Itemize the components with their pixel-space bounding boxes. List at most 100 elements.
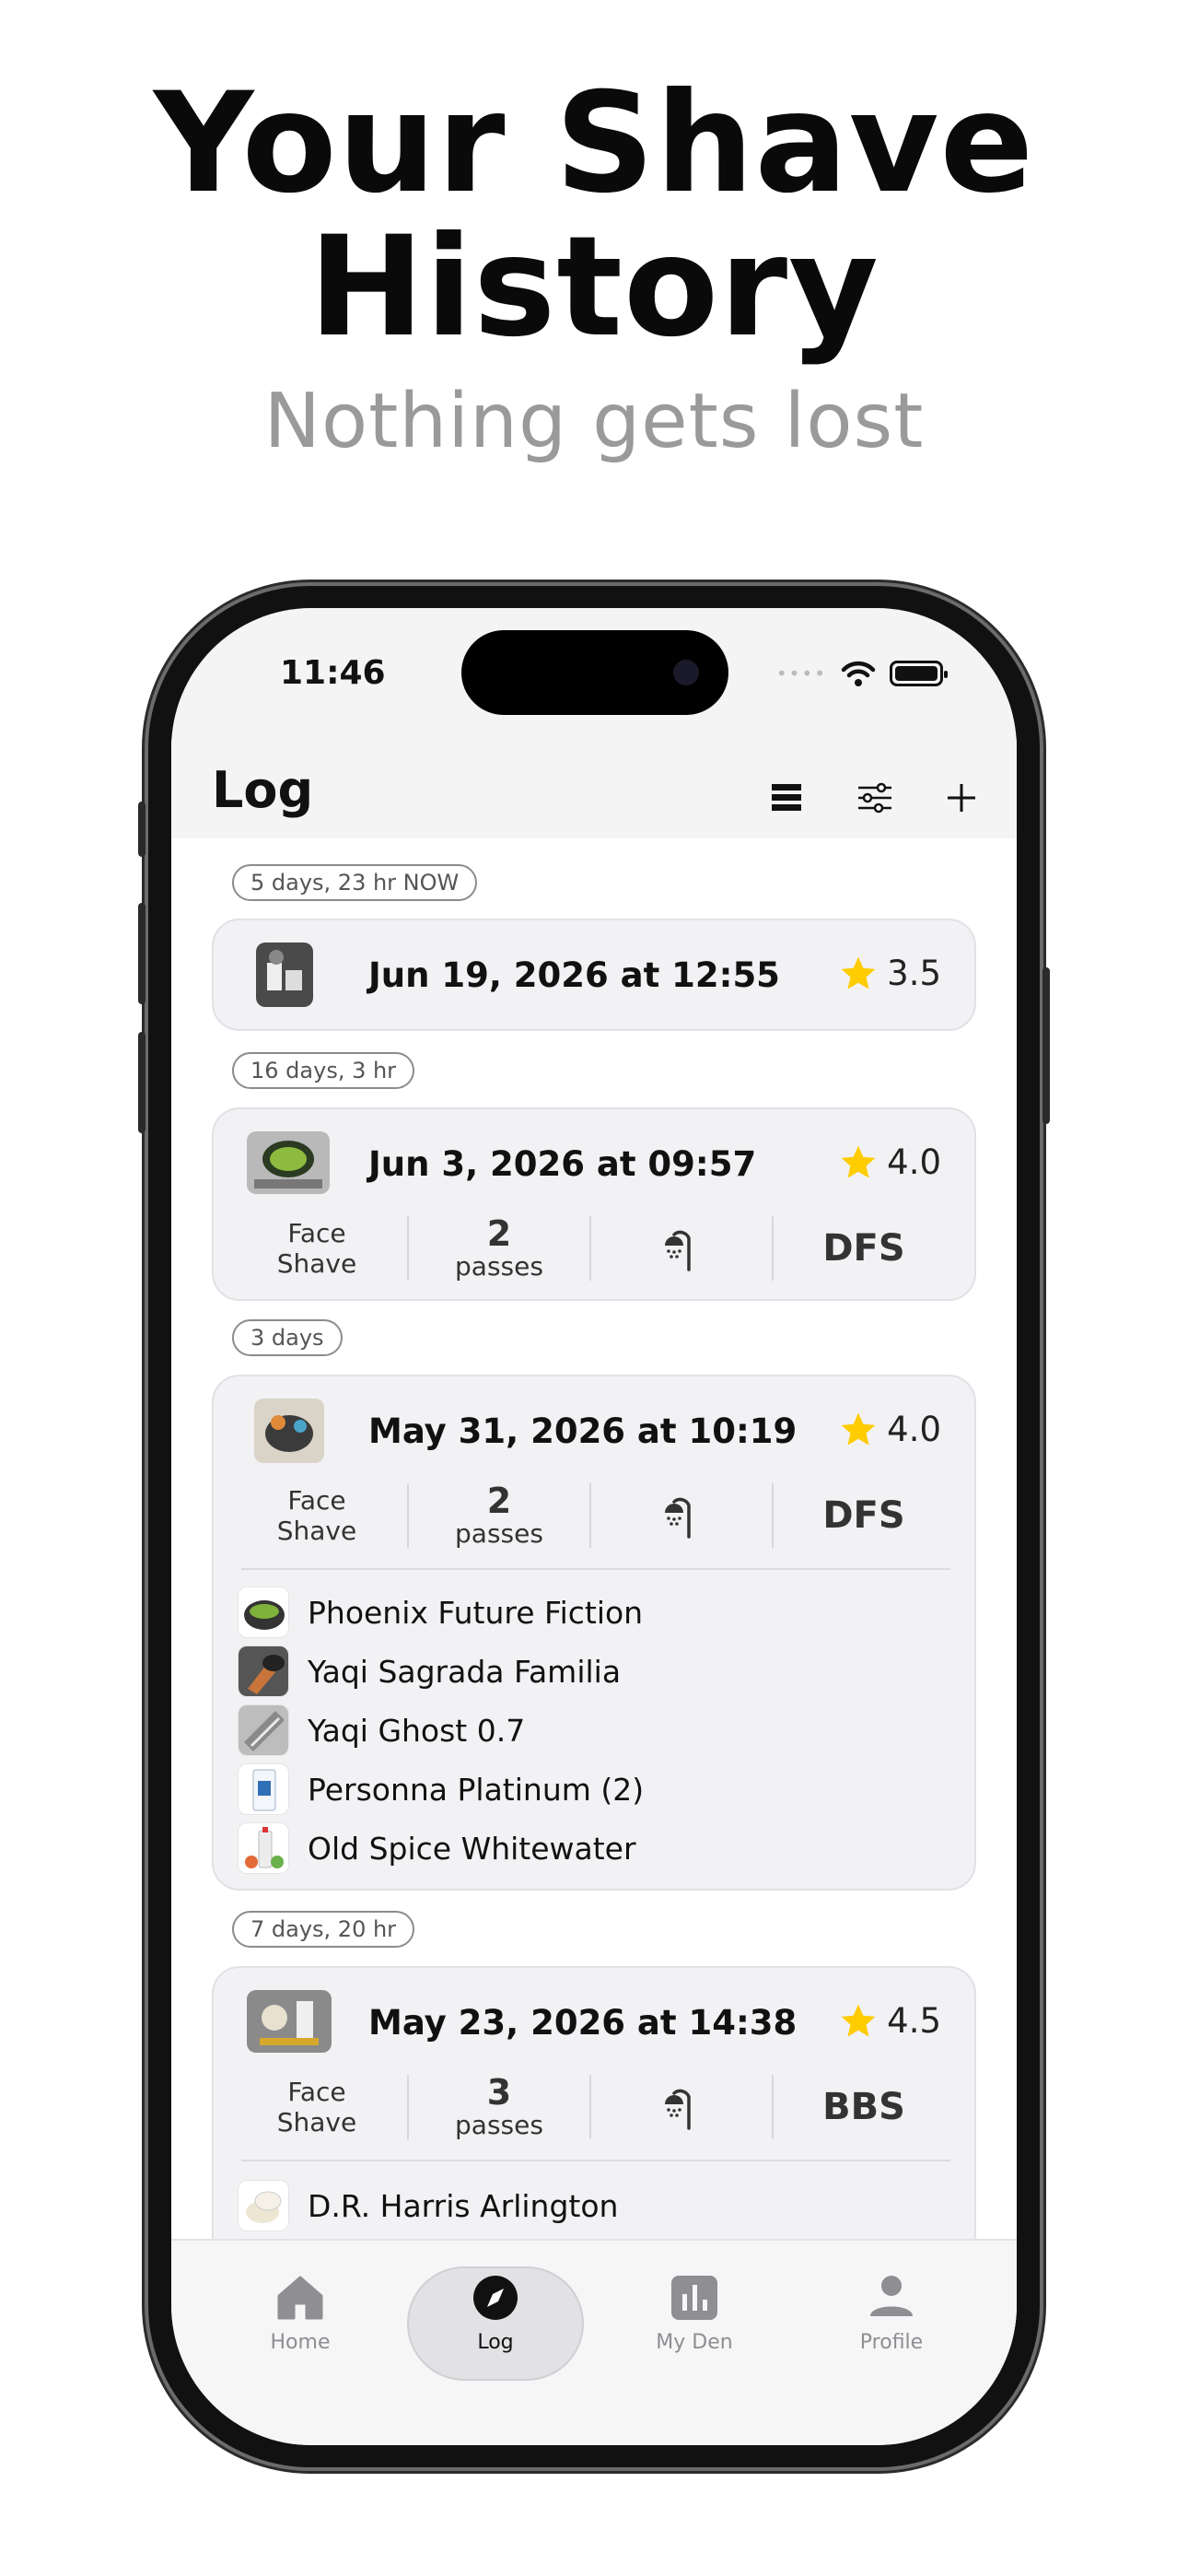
log-entry-card[interactable]: Jun 19, 2026 at 12:55 3.5 <box>212 919 976 1031</box>
log-entry-card[interactable]: May 23, 2026 at 14:38 4.5 Face Shave 3 p… <box>212 1966 976 2239</box>
phone-power-button <box>1042 967 1050 1124</box>
product-item[interactable]: Yaqi Sagrada Familia <box>238 1645 621 1697</box>
entry-stats: Face Shave 3 passes BBS <box>227 2071 963 2143</box>
add-entry-button[interactable] <box>938 774 985 822</box>
phone-action-button <box>138 802 146 857</box>
tab-my-den[interactable]: My Den <box>639 2274 750 2375</box>
camera-dot <box>673 660 699 685</box>
shower-icon <box>665 1497 691 1539</box>
star-icon <box>841 1412 876 1446</box>
home-icon <box>277 2276 323 2320</box>
product-item[interactable]: D.R. Harris Arlington <box>238 2180 618 2231</box>
entry-photo <box>247 1131 330 1194</box>
star-icon <box>841 1145 876 1178</box>
entry-rating: 4.5 <box>839 2001 941 2041</box>
entry-photo <box>254 1399 324 1463</box>
entry-photo <box>247 1990 332 2053</box>
page-title: Log <box>212 761 314 819</box>
closeness-grade: DFS <box>822 1494 905 1537</box>
sliders-icon <box>858 782 891 814</box>
dynamic-island <box>461 630 728 715</box>
person-icon <box>870 2276 913 2316</box>
battery-icon <box>890 661 948 686</box>
time-gap-badge: 16 days, 3 hr <box>232 1052 415 1089</box>
closeness-grade: DFS <box>822 1227 905 1270</box>
hero-title: Your Shave History <box>0 72 1188 359</box>
shave-type: Face Shave <box>276 1485 357 1546</box>
chart-icon <box>671 2276 717 2320</box>
wifi-icon <box>841 661 876 686</box>
blade-thumb <box>238 1763 289 1815</box>
razor-thumb <box>238 1704 289 1756</box>
tab-profile[interactable]: Profile <box>836 2274 947 2375</box>
entry-rating: 3.5 <box>839 954 941 993</box>
shower-indicator <box>591 1212 772 1284</box>
rating-value: 4.0 <box>887 1410 941 1449</box>
product-name: D.R. Harris Arlington <box>308 2187 619 2224</box>
entry-photo <box>256 943 313 1007</box>
pass-count: 3 passes <box>455 2071 543 2140</box>
phone-volume-up <box>138 903 146 1004</box>
entry-rating: 4.0 <box>839 1410 941 1449</box>
time-gap-badge: 5 days, 23 hr NOW <box>232 864 478 901</box>
product-item[interactable]: Phoenix Future Fiction <box>238 1587 643 1638</box>
hero-title-line2: History <box>309 207 879 368</box>
shower-indicator <box>591 2071 772 2143</box>
card-divider <box>241 2160 950 2161</box>
time-gap-badge: 3 days <box>232 1319 343 1356</box>
shower-icon <box>665 1230 691 1271</box>
log-entry-card[interactable]: Jun 3, 2026 at 09:57 4.0 Face Shave 2 pa… <box>212 1107 976 1301</box>
phone-volume-down <box>138 1032 146 1133</box>
rating-value: 4.5 <box>887 2001 941 2041</box>
product-item[interactable]: Personna Platinum (2) <box>238 1763 644 1815</box>
hero-title-line1: Your Shave <box>153 64 1035 224</box>
shave-type: Face Shave <box>276 1218 357 1279</box>
log-entry-card[interactable]: May 31, 2026 at 10:19 4.0 Face Shave 2 p… <box>212 1375 976 1891</box>
plus-icon <box>948 784 975 812</box>
hero-subtitle: Nothing gets lost <box>263 378 925 465</box>
shower-icon <box>665 2089 691 2130</box>
shower-indicator <box>591 1480 772 1551</box>
product-item[interactable]: Yaqi Ghost 0.7 <box>238 1704 525 1756</box>
entry-stats: Face Shave 2 passes DFS <box>227 1480 963 1551</box>
app-screen: 11:46 •••• Log 5 days, 23 hr NOW Jun 19,… <box>171 608 1017 2445</box>
entry-stats: Face Shave 2 passes DFS <box>227 1212 963 1284</box>
tab-bar: Home Log My Den Profile <box>171 2239 1017 2445</box>
compass-icon <box>473 2276 518 2320</box>
time-gap-badge: 7 days, 20 hr <box>232 1911 415 1948</box>
filter-button[interactable] <box>851 774 899 822</box>
entry-date: May 31, 2026 at 10:19 <box>368 1411 798 1451</box>
list-view-button[interactable] <box>763 774 810 822</box>
signal-icon: •••• <box>775 662 827 685</box>
product-name: Yaqi Ghost 0.7 <box>308 1712 526 1749</box>
aftershave-thumb <box>238 1822 289 1874</box>
star-icon <box>841 956 876 989</box>
product-name: Old Spice Whitewater <box>308 1830 636 1867</box>
soap-thumb <box>238 2180 289 2231</box>
star-icon <box>841 2004 876 2037</box>
entry-date: Jun 19, 2026 at 12:55 <box>368 955 780 995</box>
closeness-grade: BBS <box>822 2086 905 2128</box>
tab-log[interactable]: Log <box>440 2274 551 2375</box>
log-list[interactable]: 5 days, 23 hr NOW Jun 19, 2026 at 12:55 … <box>171 838 1017 2239</box>
product-name: Yaqi Sagrada Familia <box>308 1653 622 1690</box>
entry-rating: 4.0 <box>839 1142 941 1182</box>
pass-count: 2 passes <box>455 1480 543 1549</box>
product-name: Personna Platinum (2) <box>308 1771 645 1808</box>
status-time: 11:46 <box>280 654 386 692</box>
brush-thumb <box>238 1645 289 1697</box>
shave-type: Face Shave <box>276 2077 357 2137</box>
soap-thumb <box>238 1587 289 1638</box>
entry-date: Jun 3, 2026 at 09:57 <box>368 1144 757 1184</box>
rating-value: 4.0 <box>887 1142 941 1182</box>
pass-count: 2 passes <box>455 1212 543 1282</box>
entry-date: May 23, 2026 at 14:38 <box>368 2003 798 2043</box>
product-item[interactable]: Old Spice Whitewater <box>238 1822 636 1874</box>
nav-bar: Log <box>171 737 1017 838</box>
status-bar: 11:46 •••• <box>171 608 1017 737</box>
tab-home[interactable]: Home <box>245 2274 355 2375</box>
list-icon <box>772 784 801 811</box>
product-name: Phoenix Future Fiction <box>308 1594 644 1631</box>
card-divider <box>241 1568 950 1570</box>
status-icons: •••• <box>775 660 948 687</box>
